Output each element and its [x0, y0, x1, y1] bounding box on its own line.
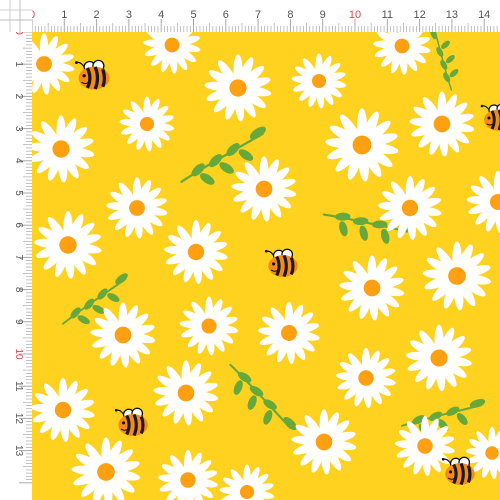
left-ruler-label: 13 — [13, 445, 24, 457]
top-ruler: 0 1 2 3 4 5 6 7 8 9 10 11 12 13 14 — [0, 0, 500, 32]
top-ruler-label: 12 — [413, 9, 425, 21]
top-ruler-label: 13 — [446, 9, 458, 21]
top-ruler-label: 1 — [61, 9, 67, 21]
left-ruler-label: 2 — [13, 94, 24, 100]
fabric-preview: 0 1 2 3 4 5 6 7 8 9 10 11 12 13 14 0 1 2 3 4 5 6 7 8 9 10 11 12 13 — [0, 0, 500, 500]
top-ruler-label: 7 — [255, 9, 261, 21]
left-ruler-label: 1 — [13, 61, 24, 67]
left-ruler-label: 3 — [13, 126, 24, 132]
top-ruler-label: 8 — [287, 9, 293, 21]
left-ruler-label: 8 — [13, 287, 24, 293]
top-ruler-label: 14 — [478, 9, 490, 21]
left-ruler-svg: 012345678910111213 — [0, 0, 32, 500]
top-ruler-label: 9 — [320, 9, 326, 21]
top-ruler-label: 5 — [190, 9, 196, 21]
left-ruler: 0 1 2 3 4 5 6 7 8 9 10 11 12 13 — [0, 0, 32, 500]
left-ruler-label: 12 — [13, 413, 24, 425]
top-ruler-svg: 0 1 2 3 4 5 6 7 8 9 10 11 12 13 14 — [0, 0, 500, 32]
left-ruler-label: 4 — [13, 158, 24, 164]
top-ruler-label: 2 — [94, 9, 100, 21]
left-ruler-label: 10 — [13, 348, 24, 360]
top-ruler-label: 10 — [349, 9, 361, 21]
left-ruler-label: 9 — [13, 319, 24, 325]
left-ruler-label: 5 — [13, 190, 24, 196]
top-ruler-label: 11 — [382, 9, 393, 21]
top-ruler-label: 4 — [158, 9, 164, 21]
corner-ruler-mark — [0, 0, 32, 32]
left-ruler-label: 7 — [13, 255, 24, 261]
yellow-daisy-bee-pattern — [32, 32, 500, 500]
ruler-corner — [0, 0, 32, 32]
left-ruler-label: 11 — [13, 381, 24, 392]
pattern-artwork — [32, 32, 500, 500]
left-ruler-label: 6 — [13, 222, 24, 228]
top-ruler-label: 6 — [223, 9, 229, 21]
top-ruler-label: 3 — [126, 9, 132, 21]
